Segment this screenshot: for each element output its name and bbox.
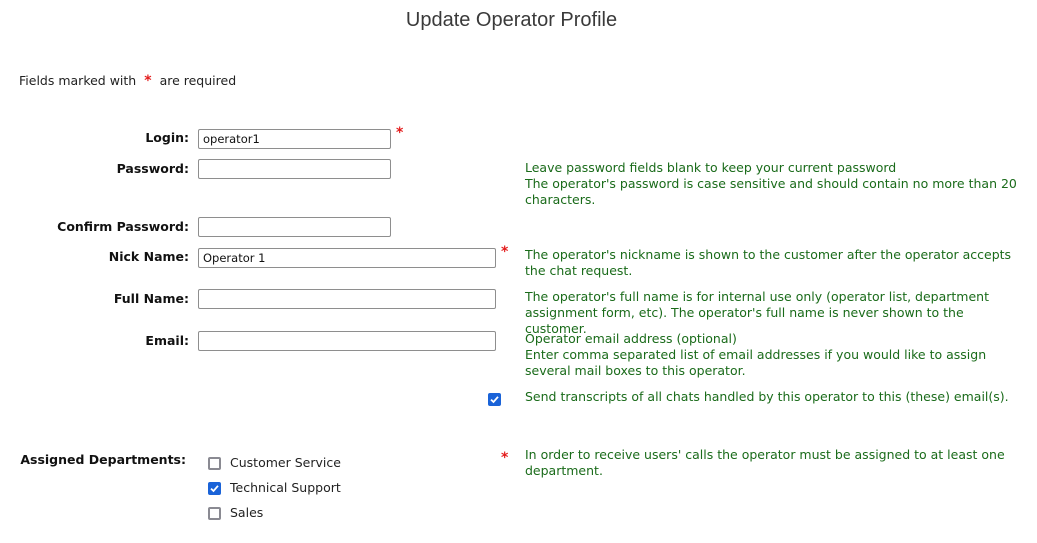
department-checkbox-technical-support[interactable] (208, 482, 221, 495)
email-help-line1: Operator email address (optional) (525, 331, 737, 346)
nick-name-required-star-icon: * (501, 244, 509, 260)
assigned-departments-label: Assigned Departments: (20, 452, 186, 467)
checkmark-icon (490, 396, 499, 404)
send-transcripts-label: Send transcripts of all chats handled by… (525, 389, 1009, 404)
nick-name-help: The operator's nickname is shown to the … (525, 247, 1012, 278)
email-help-line2: Enter comma separated list of email addr… (525, 347, 987, 378)
email-label: Email: (145, 333, 189, 348)
confirm-password-input[interactable] (198, 217, 391, 237)
password-label: Password: (116, 161, 189, 176)
department-checkbox-customer-service[interactable] (208, 457, 221, 470)
confirm-password-label: Confirm Password: (57, 219, 189, 234)
page-title: Update Operator Profile (405, 9, 618, 31)
password-help: Leave password fields blank to keep your… (525, 160, 1025, 208)
nick-name-label: Nick Name: (108, 249, 189, 264)
checkmark-icon (210, 485, 219, 493)
password-help-line2: The operator's password is case sensitiv… (525, 176, 1017, 207)
login-input[interactable] (198, 129, 391, 149)
nick-name-input[interactable] (198, 248, 496, 268)
department-label-technical-support: Technical Support (230, 480, 341, 495)
required-star-icon: * (144, 73, 152, 89)
department-label-sales: Sales (230, 505, 264, 520)
full-name-input[interactable] (198, 289, 496, 309)
login-required-star-icon: * (396, 125, 404, 141)
password-input[interactable] (198, 159, 391, 179)
departments-required-star-icon: * (501, 450, 509, 466)
email-input[interactable] (198, 331, 496, 351)
full-name-help: The operator's full name is for internal… (525, 289, 990, 336)
department-checkbox-sales[interactable] (208, 507, 221, 520)
department-label-customer-service: Customer Service (230, 455, 341, 470)
full-name-label: Full Name: (113, 291, 189, 306)
login-label: Login: (145, 130, 189, 145)
send-transcripts-checkbox[interactable] (488, 393, 501, 406)
password-help-line1: Leave password fields blank to keep your… (525, 160, 897, 175)
required-fields-note: Fields marked with * are required (19, 73, 236, 89)
required-note-prefix: Fields marked with (19, 73, 137, 88)
departments-help: In order to receive users' calls the ope… (525, 447, 1005, 478)
email-help: Operator email address (optional) Enter … (525, 331, 1025, 379)
required-note-suffix: are required (159, 73, 237, 88)
